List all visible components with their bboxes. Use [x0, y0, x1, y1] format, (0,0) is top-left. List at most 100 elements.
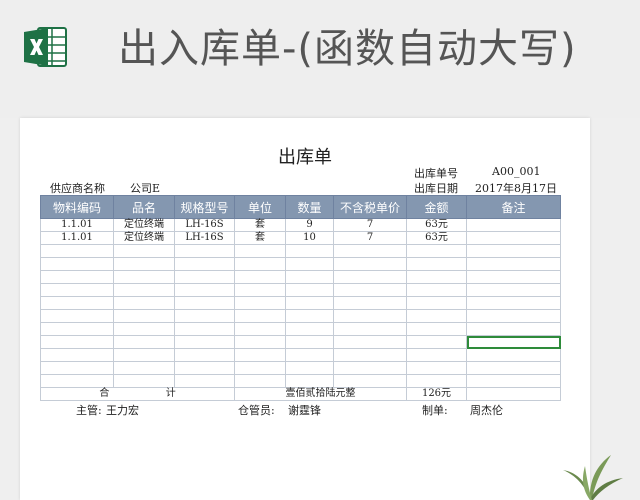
table-cell[interactable]: 10: [285, 231, 334, 245]
table-cell[interactable]: [406, 309, 467, 323]
table-cell[interactable]: [174, 283, 235, 297]
table-cell[interactable]: [285, 296, 334, 310]
table-cell[interactable]: [466, 296, 561, 310]
table-cell[interactable]: [285, 322, 334, 336]
total-label-cell[interactable]: 合 计: [40, 387, 235, 401]
table-cell[interactable]: 套: [234, 218, 286, 232]
table-cell[interactable]: [113, 257, 175, 271]
table-cell[interactable]: [406, 270, 467, 284]
table-cell[interactable]: [234, 257, 286, 271]
table-cell[interactable]: LH-16S: [174, 218, 235, 232]
table-cell[interactable]: [466, 335, 561, 349]
table-cell[interactable]: [113, 309, 175, 323]
table-cell[interactable]: [285, 257, 334, 271]
table-cell[interactable]: [174, 335, 235, 349]
table-cell[interactable]: [40, 283, 114, 297]
table-cell[interactable]: [234, 244, 286, 258]
table-cell[interactable]: [40, 335, 114, 349]
table-cell[interactable]: [113, 283, 175, 297]
table-cell[interactable]: 定位终端: [113, 218, 175, 232]
table-cell[interactable]: [406, 257, 467, 271]
table-cell[interactable]: 63元: [406, 231, 467, 245]
table-cell[interactable]: [40, 244, 114, 258]
column-header[interactable]: 数量: [285, 195, 334, 219]
table-cell[interactable]: [40, 322, 114, 336]
table-cell[interactable]: [174, 322, 235, 336]
table-cell[interactable]: [406, 296, 467, 310]
table-cell[interactable]: [113, 361, 175, 375]
table-cell[interactable]: [174, 361, 235, 375]
table-cell[interactable]: [466, 270, 561, 284]
table-cell[interactable]: [234, 270, 286, 284]
table-cell[interactable]: [466, 244, 561, 258]
table-cell[interactable]: [113, 322, 175, 336]
table-cell[interactable]: [333, 270, 407, 284]
table-cell[interactable]: [174, 309, 235, 323]
column-header[interactable]: 金额: [406, 195, 467, 219]
table-cell[interactable]: [113, 374, 175, 388]
table-cell[interactable]: [406, 244, 467, 258]
table-cell[interactable]: [333, 257, 407, 271]
table-cell[interactable]: [113, 296, 175, 310]
table-cell[interactable]: [466, 374, 561, 388]
table-cell[interactable]: [466, 361, 561, 375]
table-cell[interactable]: [406, 283, 467, 297]
table-cell[interactable]: [40, 374, 114, 388]
table-cell[interactable]: [234, 348, 286, 362]
table-cell[interactable]: [333, 361, 407, 375]
table-cell[interactable]: [406, 361, 467, 375]
table-cell[interactable]: [333, 348, 407, 362]
table-cell[interactable]: [234, 283, 286, 297]
table-cell[interactable]: [285, 335, 334, 349]
table-cell[interactable]: [333, 335, 407, 349]
table-cell[interactable]: [333, 309, 407, 323]
table-cell[interactable]: [234, 374, 286, 388]
total-amount-cell[interactable]: 126元: [406, 387, 467, 401]
table-cell[interactable]: [333, 374, 407, 388]
table-cell[interactable]: 7: [333, 218, 407, 232]
table-cell[interactable]: [333, 296, 407, 310]
table-cell[interactable]: [285, 374, 334, 388]
table-cell[interactable]: [406, 335, 467, 349]
table-cell[interactable]: 定位终端: [113, 231, 175, 245]
table-cell[interactable]: [406, 374, 467, 388]
table-cell[interactable]: [466, 231, 561, 245]
table-cell[interactable]: 9: [285, 218, 334, 232]
column-header[interactable]: 单位: [234, 195, 286, 219]
table-cell[interactable]: [285, 244, 334, 258]
table-cell[interactable]: [234, 361, 286, 375]
table-cell[interactable]: 63元: [406, 218, 467, 232]
table-cell[interactable]: [285, 361, 334, 375]
table-cell[interactable]: [333, 244, 407, 258]
table-cell[interactable]: 7: [333, 231, 407, 245]
table-cell[interactable]: [234, 322, 286, 336]
table-cell[interactable]: [333, 283, 407, 297]
table-cell[interactable]: [40, 348, 114, 362]
table-cell[interactable]: 1.1.01: [40, 231, 114, 245]
table-cell[interactable]: [174, 257, 235, 271]
table-cell[interactable]: [406, 322, 467, 336]
column-header[interactable]: 备注: [466, 195, 561, 219]
table-cell[interactable]: [466, 387, 561, 401]
table-cell[interactable]: [40, 296, 114, 310]
column-header[interactable]: 规格型号: [174, 195, 235, 219]
table-cell[interactable]: [174, 244, 235, 258]
table-cell[interactable]: [174, 270, 235, 284]
table-cell[interactable]: [174, 348, 235, 362]
column-header[interactable]: 物料编码: [40, 195, 114, 219]
table-cell[interactable]: [234, 309, 286, 323]
table-cell[interactable]: [466, 348, 561, 362]
table-cell[interactable]: [113, 335, 175, 349]
table-cell[interactable]: 套: [234, 231, 286, 245]
table-cell[interactable]: [40, 309, 114, 323]
table-cell[interactable]: [285, 283, 334, 297]
table-cell[interactable]: [466, 218, 561, 232]
table-cell[interactable]: [466, 309, 561, 323]
table-cell[interactable]: [40, 257, 114, 271]
table-cell[interactable]: LH-16S: [174, 231, 235, 245]
table-cell[interactable]: [466, 322, 561, 336]
table-cell[interactable]: [40, 361, 114, 375]
total-upper-cell[interactable]: 壹佰贰拾陆元整: [234, 387, 407, 401]
table-cell[interactable]: 1.1.01: [40, 218, 114, 232]
table-cell[interactable]: [285, 309, 334, 323]
